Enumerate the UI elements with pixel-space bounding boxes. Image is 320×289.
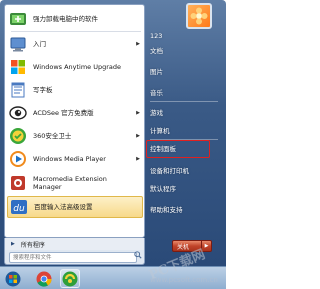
- submenu-arrow-icon: ▶: [136, 133, 140, 139]
- 360-browser-icon: [62, 271, 78, 286]
- extension-manager-icon: [7, 172, 29, 194]
- flower-icon: [190, 7, 208, 25]
- divider: [150, 101, 218, 102]
- getting-started-icon: [7, 33, 29, 55]
- right-item-default-programs[interactable]: 默认程序: [148, 183, 222, 195]
- right-item-user[interactable]: 123: [148, 30, 222, 42]
- right-item-music[interactable]: 音乐: [148, 87, 222, 99]
- taskbar: [0, 266, 226, 289]
- divider: [11, 31, 141, 32]
- start-orb-icon: [5, 271, 21, 286]
- taskbar-chrome[interactable]: [34, 269, 54, 288]
- all-programs-button[interactable]: ▶ 所有程序: [4, 238, 145, 250]
- program-item-acdsee[interactable]: ACDSee 官方免费版 ▶: [7, 102, 143, 124]
- program-label: 写字板: [33, 86, 53, 94]
- shutdown-label: 关机: [177, 243, 190, 251]
- media-player-icon: [7, 148, 29, 170]
- program-label: 百度输入法高级设置: [34, 203, 93, 211]
- program-label: Windows Media Player: [33, 155, 106, 163]
- right-item-pictures[interactable]: 图片: [148, 66, 222, 78]
- program-item-baidu-ime-settings[interactable]: du 百度输入法高级设置: [7, 196, 143, 218]
- program-label: Macromedia Extension Manager: [33, 175, 107, 191]
- highlight-frame: [146, 140, 210, 158]
- windows-upgrade-icon: [7, 56, 29, 78]
- program-item-360-safe[interactable]: 360安全卫士 ▶: [7, 125, 143, 147]
- uninstall-icon: [7, 8, 29, 30]
- search-icon[interactable]: [134, 251, 142, 259]
- program-label: 强力卸载电脑中的软件: [33, 15, 98, 23]
- 360-safe-icon: [7, 125, 29, 147]
- right-item-games[interactable]: 游戏: [148, 107, 222, 119]
- user-avatar[interactable]: [186, 3, 212, 29]
- program-item-windows-anytime-upgrade[interactable]: Windows Anytime Upgrade: [7, 56, 143, 78]
- start-button[interactable]: [3, 269, 23, 288]
- right-item-devices-printers[interactable]: 设备和打印机: [148, 165, 222, 177]
- start-menu: 强力卸载电脑中的软件 入门 ▶ Windows Anytime Upgrade …: [0, 0, 226, 266]
- submenu-arrow-icon: ▶: [136, 41, 140, 47]
- wordpad-icon: [7, 79, 29, 101]
- baidu-ime-icon: du: [8, 196, 30, 218]
- right-item-computer[interactable]: 计算机: [148, 125, 222, 137]
- chrome-icon: [36, 271, 52, 287]
- right-item-documents[interactable]: 文档: [148, 45, 222, 57]
- program-label: ACDSee 官方免费版: [33, 109, 94, 117]
- program-item-getting-started[interactable]: 入门 ▶: [7, 33, 143, 55]
- program-label: 360安全卫士: [33, 132, 72, 140]
- program-item-wordpad[interactable]: 写字板: [7, 79, 143, 101]
- program-item-windows-media-player[interactable]: Windows Media Player ▶: [7, 148, 143, 170]
- acdsee-icon: [7, 102, 29, 124]
- svg-text:du: du: [13, 204, 25, 214]
- program-item-macromedia-extension-manager[interactable]: Macromedia Extension Manager: [7, 171, 143, 195]
- search-area: [4, 250, 145, 265]
- program-label: 入门: [33, 40, 46, 48]
- shutdown-options-icon[interactable]: ▶: [201, 241, 211, 251]
- right-item-help-support[interactable]: 帮助和支持: [148, 204, 222, 216]
- taskbar-360-browser[interactable]: [60, 269, 80, 288]
- program-item-uninstall[interactable]: 强力卸载电脑中的软件: [7, 8, 143, 30]
- play-arrow-icon: ▶: [11, 241, 15, 247]
- all-programs-label: 所有程序: [20, 241, 45, 249]
- shutdown-button[interactable]: 关机 ▶: [172, 240, 212, 252]
- search-input[interactable]: [9, 252, 137, 263]
- submenu-arrow-icon: ▶: [136, 110, 140, 116]
- program-list: 强力卸载电脑中的软件 入门 ▶ Windows Anytime Upgrade …: [4, 4, 145, 238]
- submenu-arrow-icon: ▶: [136, 156, 140, 162]
- program-label: Windows Anytime Upgrade: [33, 63, 122, 71]
